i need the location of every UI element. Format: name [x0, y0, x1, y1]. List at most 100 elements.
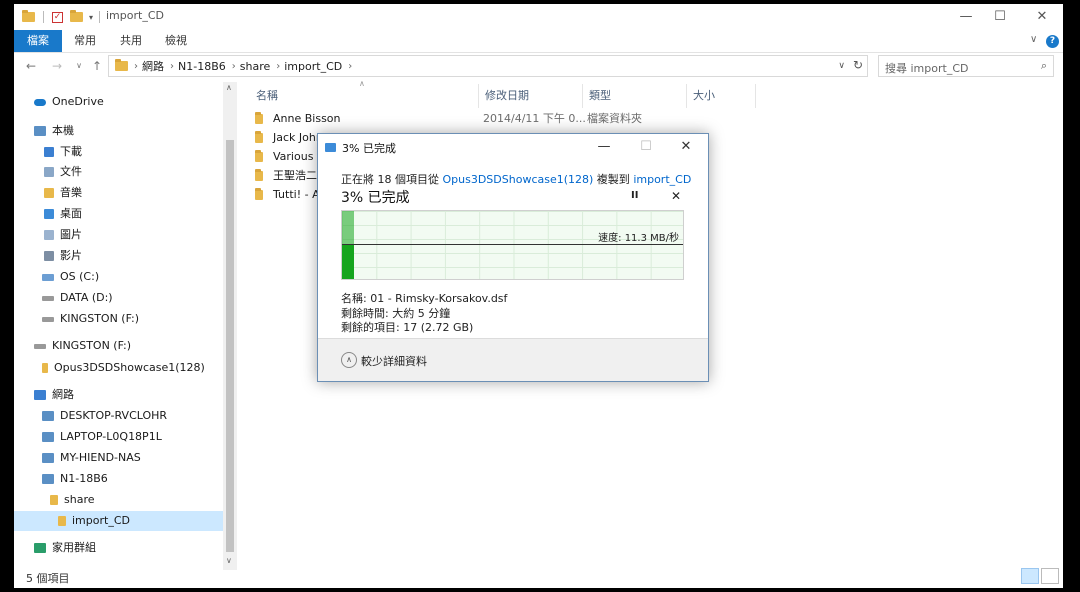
folder-icon — [42, 363, 48, 373]
sidebar-item-drive-f[interactable]: KINGSTON (F:) — [42, 309, 139, 329]
progress-fill-upper — [342, 211, 354, 245]
recent-locations-icon[interactable]: ∨ — [70, 57, 88, 75]
chevron-right-icon: › — [134, 60, 138, 72]
windows-drive-icon — [42, 273, 54, 281]
sidebar-item-n1[interactable]: N1-18B6 — [42, 469, 108, 489]
address-bar[interactable]: › 網路 › N1-18B6 › share › import_CD › ∨ — [108, 55, 868, 77]
search-input[interactable]: 搜尋 import_CD — [885, 60, 968, 76]
dialog-maximize-button[interactable]: ☐ — [626, 134, 666, 160]
scroll-up-icon[interactable]: ∧ — [226, 83, 232, 92]
destination-link[interactable]: import_CD — [633, 173, 691, 186]
navigation-pane: OneDrive 本機 下載 文件 音樂 桌面 圖片 影片 OS (C:) DA… — [14, 82, 224, 564]
videos-folder-icon — [44, 251, 54, 261]
column-header-type[interactable]: 類型 — [583, 84, 687, 108]
sidebar-item-laptop[interactable]: LAPTOP-L0Q18P1L — [42, 427, 162, 447]
column-header-date[interactable]: 修改日期 — [479, 84, 583, 108]
sidebar-item-documents[interactable]: 文件 — [44, 162, 82, 182]
usb-drive-icon — [34, 343, 46, 349]
fewer-details-button[interactable]: 較少詳細資料 — [361, 353, 427, 369]
sidebar-item-drive-c[interactable]: OS (C:) — [42, 267, 99, 287]
column-header-name[interactable]: 名稱 — [250, 84, 479, 108]
speed-graph: 速度: 11.3 MB/秒 — [341, 210, 684, 280]
sidebar-item-import-cd[interactable]: import_CD — [14, 511, 223, 531]
sidebar-item-videos[interactable]: 影片 — [44, 246, 82, 266]
sidebar-item-desktop[interactable]: 桌面 — [44, 204, 82, 224]
sidebar-item-downloads[interactable]: 下載 — [44, 142, 82, 162]
sidebar-scrollbar[interactable]: ∧ ∨ — [223, 82, 237, 570]
sidebar-item-homegroup[interactable]: 家用群組 — [34, 538, 96, 558]
computer-icon — [42, 474, 54, 484]
sidebar-item-drive-d[interactable]: DATA (D:) — [42, 288, 113, 308]
file-row[interactable]: Anne Bisson 2014/4/11 下午 0... 檔案資料夾 — [255, 109, 691, 128]
sidebar-item-opus3[interactable]: Opus3DSDShowcase1(128) — [42, 358, 205, 378]
customize-dropdown-icon[interactable]: ▾ — [89, 13, 93, 22]
copy-icon — [325, 143, 336, 152]
up-button[interactable]: ↑ — [88, 57, 106, 75]
address-dropdown-icon[interactable]: ∨ — [838, 61, 845, 71]
speed-line — [342, 244, 683, 245]
sidebar-item-pictures[interactable]: 圖片 — [44, 225, 82, 245]
desktop-folder-icon — [44, 209, 54, 219]
music-folder-icon — [44, 188, 54, 198]
cloud-icon — [34, 98, 46, 106]
copy-description: 正在將 18 個項目從 Opus3DSDShowcase1(128) 複製到 i… — [341, 173, 692, 186]
computer-icon — [42, 453, 54, 463]
chevron-right-icon: › — [170, 60, 174, 72]
dialog-minimize-button[interactable]: — — [584, 134, 624, 160]
sidebar-item-this-pc[interactable]: 本機 — [34, 121, 74, 141]
quick-access-toolbar: ✓ ▾ — [22, 10, 101, 24]
tab-home[interactable]: 常用 — [70, 30, 100, 52]
homegroup-icon — [34, 543, 46, 553]
properties-check-icon[interactable]: ✓ — [52, 11, 63, 23]
computer-icon — [42, 432, 54, 442]
breadcrumb-host[interactable]: N1-18B6 — [178, 60, 226, 73]
tab-view[interactable]: 檢視 — [161, 30, 191, 52]
forward-button[interactable]: → — [48, 57, 66, 75]
folder-icon — [255, 149, 263, 162]
scroll-down-icon[interactable]: ∨ — [226, 556, 232, 565]
search-icon: ⌕ — [1040, 59, 1047, 72]
cancel-button[interactable]: ✕ — [671, 189, 681, 203]
computer-icon — [42, 411, 54, 421]
tab-file[interactable]: 檔案 — [14, 30, 62, 52]
expand-ribbon-icon[interactable]: ∨ — [1030, 34, 1037, 45]
sidebar-item-share[interactable]: share — [50, 490, 95, 510]
ribbon: 檔案 常用 共用 檢視 ∨ ? — [14, 30, 1063, 53]
folder-icon — [255, 187, 263, 200]
folder-icon — [255, 111, 263, 124]
column-header-size[interactable]: 大小 — [687, 84, 756, 108]
tab-share[interactable]: 共用 — [116, 30, 146, 52]
source-link[interactable]: Opus3DSDShowcase1(128) — [443, 173, 594, 186]
pause-button[interactable]: II — [631, 190, 638, 201]
dialog-title: 3% 已完成 — [342, 142, 396, 155]
help-icon[interactable]: ? — [1046, 35, 1059, 48]
large-icons-view-button[interactable] — [1041, 568, 1059, 584]
sidebar-item-network[interactable]: 網路 — [34, 385, 74, 405]
speed-label: 速度: 11.3 MB/秒 — [598, 233, 679, 244]
refresh-button[interactable]: ↻ — [853, 58, 863, 72]
back-button[interactable]: ← — [22, 57, 40, 75]
dialog-close-button[interactable]: ✕ — [666, 134, 706, 160]
maximize-button[interactable]: ☐ — [978, 4, 1022, 30]
progress-fill-lower — [342, 245, 354, 279]
chevron-right-icon: › — [348, 60, 353, 72]
sidebar-item-kingston[interactable]: KINGSTON (F:) — [34, 336, 131, 356]
close-button[interactable]: ✕ — [1020, 4, 1063, 30]
search-box[interactable]: 搜尋 import_CD ⌕ — [878, 55, 1054, 77]
download-folder-icon — [44, 147, 54, 157]
sidebar-item-desktop-rvclohr[interactable]: DESKTOP-RVCLOHR — [42, 406, 167, 426]
item-count: 5 個項目 — [26, 572, 70, 585]
scrollbar-thumb[interactable] — [226, 140, 234, 552]
sidebar-item-onedrive[interactable]: OneDrive — [34, 92, 104, 112]
new-folder-icon[interactable] — [70, 10, 83, 22]
file-name-label: 名稱: 01 - Rimsky-Korsakov.dsf — [341, 292, 508, 305]
network-icon — [34, 390, 46, 400]
breadcrumb-share[interactable]: share — [240, 60, 271, 73]
breadcrumb-network[interactable]: 網路 — [142, 58, 164, 74]
pictures-folder-icon — [44, 230, 54, 240]
sidebar-item-nas[interactable]: MY-HIEND-NAS — [42, 448, 141, 468]
sidebar-item-music[interactable]: 音樂 — [44, 183, 82, 203]
details-view-button[interactable] — [1021, 568, 1039, 584]
breadcrumb-import-cd[interactable]: import_CD — [284, 60, 342, 73]
collapse-details-icon[interactable]: ∧ — [341, 352, 357, 368]
